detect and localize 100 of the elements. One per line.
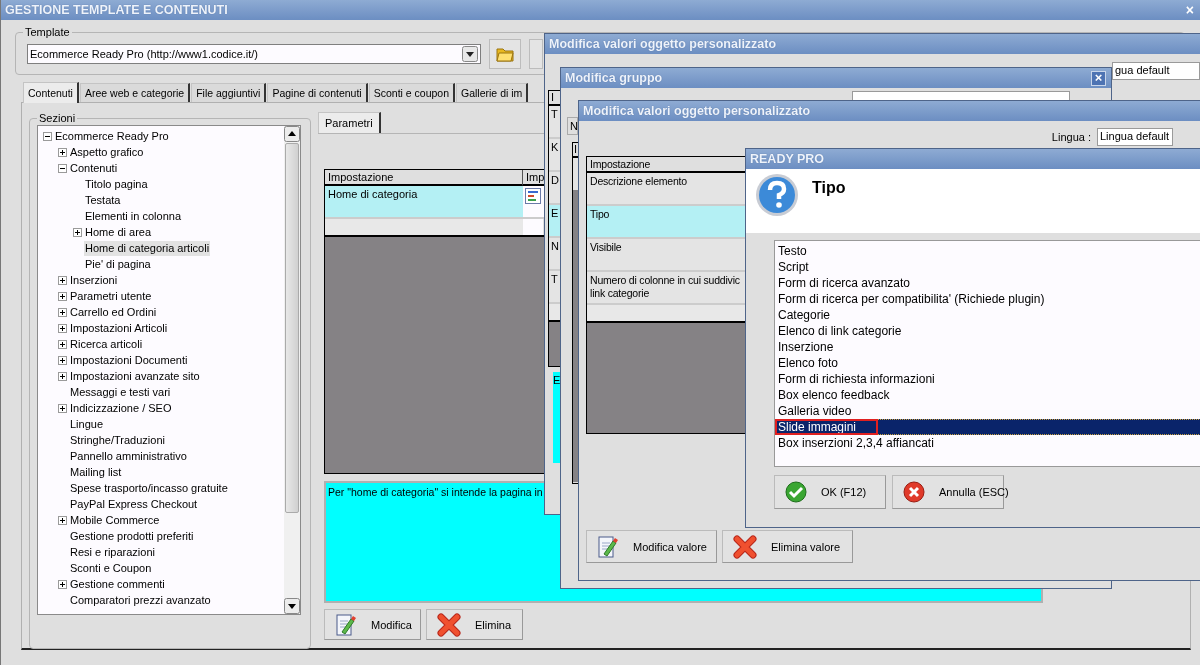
edit-button[interactable]: Modifica bbox=[324, 609, 421, 640]
list-option[interactable]: Inserzione bbox=[775, 339, 1200, 355]
list-option[interactable]: Elenco foto bbox=[775, 355, 1200, 371]
delete-button[interactable]: Elimina bbox=[426, 609, 523, 640]
expand-icon[interactable] bbox=[58, 515, 67, 525]
tree-item[interactable]: Ecommerce Ready Pro bbox=[54, 128, 170, 144]
check-icon bbox=[785, 481, 807, 503]
expand-icon[interactable] bbox=[58, 403, 67, 413]
tab[interactable]: Contenuti bbox=[23, 82, 79, 103]
list-option[interactable]: Script bbox=[775, 259, 1200, 275]
tree-item[interactable]: Contenuti bbox=[69, 160, 119, 176]
tree-item[interactable]: Mobile Commerce bbox=[69, 512, 161, 528]
expand-icon[interactable] bbox=[58, 323, 67, 333]
list-option[interactable]: Form di ricerca avanzato bbox=[775, 275, 1200, 291]
window-title: Modifica valori oggetto personalizzato bbox=[583, 104, 811, 118]
language-label: Lingua : bbox=[1051, 131, 1091, 143]
table-cell[interactable]: Home di categoria bbox=[325, 186, 523, 219]
open-folder-button[interactable] bbox=[489, 38, 521, 69]
expand-icon[interactable] bbox=[58, 579, 67, 589]
tree-item[interactable]: Indicizzazione / SEO bbox=[69, 400, 173, 416]
scroll-down-button[interactable] bbox=[284, 598, 300, 614]
tree-item[interactable]: Impostazioni avanzate sito bbox=[69, 368, 201, 384]
list-option[interactable]: Form di ricerca per compatibilita' (Richiede plugin) bbox=[775, 291, 1200, 307]
question-icon bbox=[755, 173, 799, 217]
group-label: Template bbox=[23, 25, 72, 39]
window-title: GESTIONE TEMPLATE E CONTENUTI bbox=[5, 3, 228, 17]
tree-item[interactable]: Stringhe/Traduzioni bbox=[69, 432, 166, 448]
group-label: Sezioni bbox=[37, 111, 78, 125]
tree-item[interactable]: Carrello ed Ordini bbox=[69, 304, 158, 320]
list-option[interactable]: Box elenco feedback bbox=[775, 387, 1200, 403]
tree-item[interactable]: Home di categoria articoli bbox=[84, 240, 211, 256]
folder-icon bbox=[496, 45, 514, 62]
collapse-icon[interactable] bbox=[58, 163, 67, 173]
list-option[interactable]: Form di richiesta informazioni bbox=[775, 371, 1200, 387]
list-option[interactable]: Slide immagini bbox=[775, 419, 1200, 435]
tab[interactable]: Gallerie di im bbox=[456, 83, 529, 102]
tree-item[interactable]: Gestione commenti bbox=[69, 576, 166, 592]
tab[interactable]: Pagine di contenuti bbox=[267, 83, 368, 102]
tree-item[interactable]: Spese trasporto/incasso gratuite bbox=[69, 480, 229, 496]
table-cell[interactable]: Tipo bbox=[587, 206, 745, 239]
tree-item[interactable]: Aspetto grafico bbox=[69, 144, 145, 160]
tree-item[interactable]: Sconti e Coupon bbox=[69, 560, 153, 576]
delete-button[interactable]: Elimina valore bbox=[722, 530, 853, 563]
list-option[interactable]: Categorie bbox=[775, 307, 1200, 323]
cancel-icon bbox=[903, 481, 925, 503]
window-title: Modifica valori oggetto personalizzato bbox=[549, 37, 777, 51]
tree-item[interactable]: PayPal Express Checkout bbox=[69, 496, 199, 512]
tree-item[interactable]: Pannello amministrativo bbox=[69, 448, 188, 464]
scrollbar-thumb[interactable] bbox=[285, 143, 299, 513]
tab[interactable]: Parametri bbox=[318, 112, 381, 133]
table-cell[interactable]: Descrizione elemento bbox=[587, 173, 745, 206]
scroll-up-button[interactable] bbox=[284, 126, 300, 142]
list-option[interactable]: Galleria video bbox=[775, 403, 1200, 419]
collapse-icon[interactable] bbox=[43, 131, 52, 141]
tree-item[interactable]: Messaggi e testi vari bbox=[69, 384, 172, 400]
expand-icon[interactable] bbox=[58, 339, 67, 349]
dropdown-field[interactable] bbox=[852, 91, 1070, 100]
expand-icon[interactable] bbox=[58, 147, 67, 157]
expand-icon[interactable] bbox=[58, 355, 67, 365]
tab[interactable]: Aree web e categorie bbox=[79, 83, 191, 102]
tree-item[interactable]: Pie' di pagina bbox=[84, 256, 152, 272]
cross-icon bbox=[733, 534, 757, 559]
window-title: READY PRO bbox=[750, 152, 825, 166]
tree-item[interactable]: Impostazioni Articoli bbox=[69, 320, 169, 336]
tree-item[interactable]: Mailing list bbox=[69, 464, 123, 480]
tree-item[interactable]: Lingue bbox=[69, 416, 105, 432]
pencil-document-icon bbox=[597, 534, 619, 559]
table-cell[interactable]: Visibile bbox=[587, 239, 745, 272]
tree-item[interactable]: Impostazioni Documenti bbox=[69, 352, 189, 368]
expand-icon[interactable] bbox=[58, 291, 67, 301]
tab[interactable]: Sconti e coupon bbox=[368, 83, 456, 102]
tree-item[interactable]: Comparatori prezzi avanzato bbox=[69, 592, 212, 608]
edit-button[interactable]: Modifica valore bbox=[586, 530, 717, 563]
expand-icon[interactable] bbox=[73, 227, 82, 237]
template-dropdown[interactable]: Ecommerce Ready Pro (http://www1.codice.it/) bbox=[27, 43, 481, 64]
tree-item[interactable]: Parametri utente bbox=[69, 288, 153, 304]
tree-item[interactable]: Home di area bbox=[84, 224, 153, 240]
tree-item[interactable]: Testata bbox=[84, 192, 122, 208]
pencil-document-icon bbox=[335, 612, 357, 637]
tree-item[interactable]: Inserzioni bbox=[69, 272, 119, 288]
list-edit-icon[interactable] bbox=[525, 188, 541, 204]
tree-item[interactable]: Gestione prodotti preferiti bbox=[69, 528, 195, 544]
language-field[interactable]: Lingua default bbox=[1097, 128, 1173, 146]
tree-item[interactable]: Titolo pagina bbox=[84, 176, 149, 192]
language-field[interactable]: gua default bbox=[1112, 62, 1200, 80]
expand-icon[interactable] bbox=[58, 371, 67, 381]
expand-icon[interactable] bbox=[58, 307, 67, 317]
tree-item[interactable]: Elementi in colonna bbox=[84, 208, 182, 224]
expand-icon[interactable] bbox=[58, 275, 67, 285]
tab[interactable]: File aggiuntivi bbox=[191, 83, 267, 102]
tree-item[interactable]: Ricerca articoli bbox=[69, 336, 144, 352]
window-title: Modifica gruppo bbox=[565, 71, 663, 85]
tree-item[interactable]: Resi e riparazioni bbox=[69, 544, 156, 560]
list-option[interactable]: Elenco di link categorie bbox=[775, 323, 1200, 339]
ok-button[interactable]: OK (F12) bbox=[774, 475, 886, 509]
cross-icon bbox=[437, 612, 461, 637]
list-option[interactable]: Box inserzioni 2,3,4 affiancati bbox=[775, 435, 1200, 451]
list-option[interactable]: Testo bbox=[775, 243, 1200, 259]
table-cell[interactable]: Numero di colonne in cui suddivic link categorie bbox=[587, 272, 745, 305]
close-button[interactable]: × bbox=[1091, 70, 1106, 86]
